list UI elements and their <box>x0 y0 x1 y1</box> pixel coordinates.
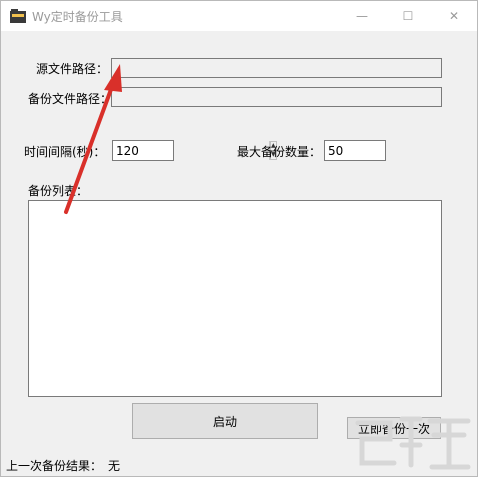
backup-path-input[interactable] <box>111 87 442 107</box>
max-count-input[interactable] <box>325 141 478 160</box>
window-title: Wy定时备份工具 <box>32 10 123 24</box>
close-button[interactable]: ✕ <box>431 1 477 31</box>
maximize-button[interactable]: ☐ <box>385 1 431 31</box>
interval-stepper[interactable]: ▲ ▼ <box>112 140 277 161</box>
minimize-icon: — <box>356 9 368 23</box>
max-count-stepper[interactable]: ▲ ▼ <box>324 140 478 161</box>
interval-label: 时间间隔(秒)： <box>24 145 106 159</box>
backup-path-label: 备份文件路径： <box>28 92 113 106</box>
title-bar[interactable]: Wy定时备份工具 — ☐ ✕ <box>1 1 477 31</box>
backup-now-button[interactable]: 立即备份一次 <box>347 417 441 439</box>
max-count-label: 最大备份数量： <box>237 145 322 159</box>
folder-app-icon <box>10 9 26 23</box>
last-result-value: 无 <box>108 459 121 473</box>
minimize-button[interactable]: — <box>339 1 385 31</box>
backup-list[interactable] <box>28 200 442 397</box>
backup-list-label: 备份列表： <box>28 184 89 198</box>
last-result-label: 上一次备份结果： <box>6 459 103 473</box>
source-path-input[interactable] <box>111 58 442 78</box>
maximize-icon: ☐ <box>402 9 414 23</box>
close-icon: ✕ <box>448 9 460 23</box>
start-button[interactable]: 启动 <box>132 403 318 439</box>
app-window: Wy定时备份工具 — ☐ ✕ 源文件路径： 备份文件路径： 时间间隔(秒)： ▲… <box>0 0 478 477</box>
source-path-label: 源文件路径： <box>36 62 109 76</box>
